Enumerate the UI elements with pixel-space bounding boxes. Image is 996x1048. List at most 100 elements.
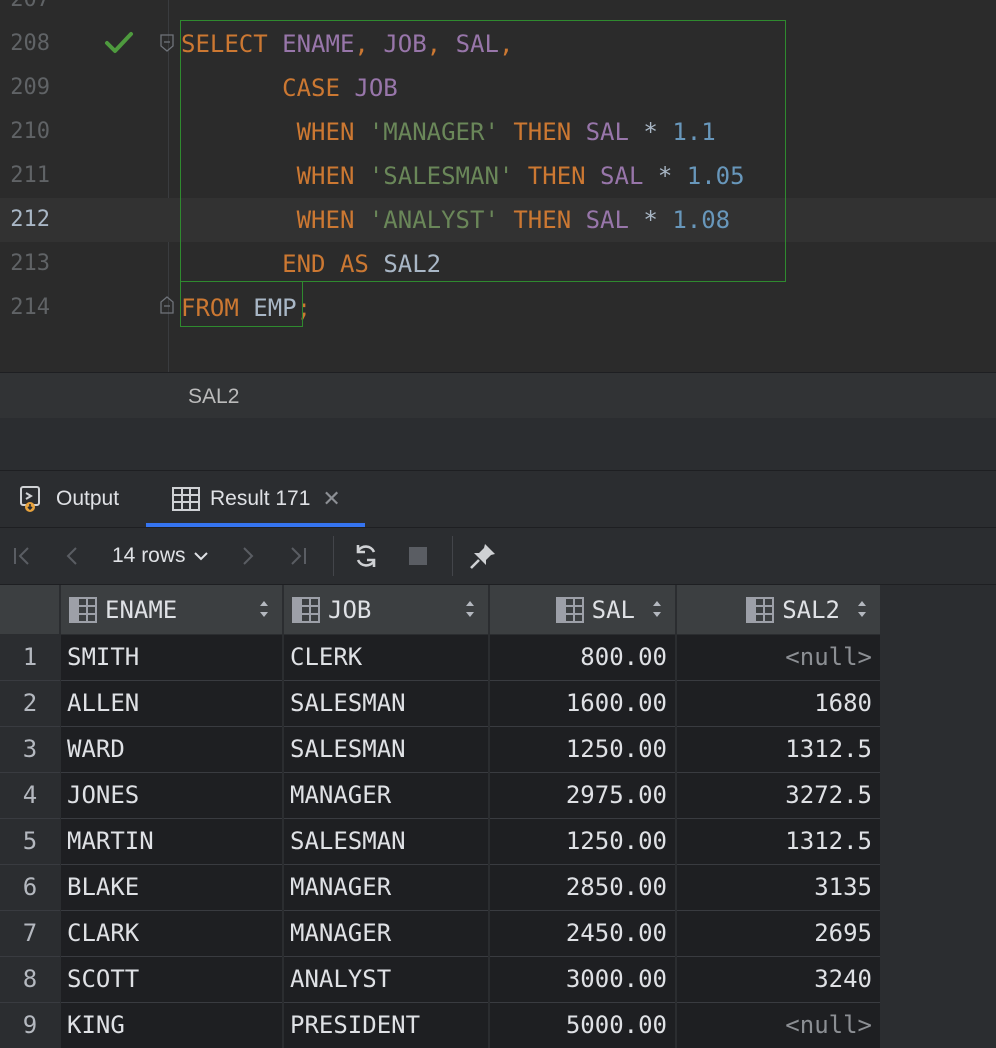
sort-icon[interactable] [651, 598, 663, 620]
cell-job[interactable]: SALESMAN [284, 727, 488, 773]
cell-ename[interactable]: KING [61, 1003, 282, 1048]
sort-icon[interactable] [856, 598, 868, 620]
cell-job[interactable]: MANAGER [284, 911, 488, 957]
statement-highlight [180, 20, 786, 282]
cell-ename[interactable]: MARTIN [61, 819, 282, 865]
table-row[interactable]: 8 SCOTT ANALYST 3000.00 3240 [0, 957, 880, 1003]
sort-icon[interactable] [258, 598, 270, 620]
code-line[interactable]: 214 FROM EMP; [0, 286, 996, 330]
cell-sal2[interactable]: 1312.5 [677, 819, 880, 865]
line-number: 212 [10, 207, 50, 232]
line-number: 208 [10, 31, 50, 56]
stop-button[interactable] [400, 528, 436, 584]
refresh-icon [356, 545, 376, 567]
toolbar-separator [333, 536, 334, 576]
cell-ename[interactable]: BLAKE [61, 865, 282, 911]
first-page-icon [14, 547, 29, 565]
last-page-button[interactable] [282, 528, 314, 584]
cell-sal[interactable]: 800.00 [490, 635, 675, 681]
cell-job[interactable]: SALESMAN [284, 819, 488, 865]
table-row[interactable]: 5 MARTIN SALESMAN 1250.00 1312.5 [0, 819, 880, 865]
cell-job[interactable]: PRESIDENT [284, 1003, 488, 1048]
line-number: 207 [0, 0, 50, 22]
cell-sal[interactable]: 3000.00 [490, 957, 675, 1003]
cell-ename[interactable]: SMITH [61, 635, 282, 681]
row-number-cell: 8 [0, 957, 60, 1003]
cell-ename[interactable]: CLARK [61, 911, 282, 957]
cell-sal[interactable]: 2975.00 [490, 773, 675, 819]
cell-sal2[interactable]: 1312.5 [677, 727, 880, 773]
row-number-header [0, 585, 60, 634]
cell-sal2[interactable]: <null> [677, 1003, 880, 1048]
code-line[interactable]: 207 [0, 0, 996, 22]
column-header-ename[interactable]: ENAME [61, 585, 283, 634]
cell-sal2[interactable]: 2695 [677, 911, 880, 957]
row-number-cell: 9 [0, 1003, 60, 1048]
column-header-sal[interactable]: SAL [490, 585, 676, 634]
tab-label: Result 171 [210, 487, 311, 510]
results-grid[interactable]: ENAME JOB SAL SAL2 1 SMITH CLERK 800.00 … [0, 585, 996, 1048]
cell-job[interactable]: CLERK [284, 635, 488, 681]
cell-sal2[interactable]: 3272.5 [677, 773, 880, 819]
line-number: 209 [10, 75, 50, 100]
cell-ename[interactable]: JONES [61, 773, 282, 819]
row-number-cell: 5 [0, 819, 60, 865]
cell-sal2[interactable]: 3240 [677, 957, 880, 1003]
cell-sal2[interactable]: 1680 [677, 681, 880, 727]
cell-sal[interactable]: 5000.00 [490, 1003, 675, 1048]
line-number: 214 [10, 295, 50, 320]
cell-job[interactable]: MANAGER [284, 773, 488, 819]
first-page-button[interactable] [6, 528, 38, 584]
cell-ename[interactable]: WARD [61, 727, 282, 773]
tool-window-tabs: Output Result 171 ✕ [0, 471, 996, 528]
column-header-job[interactable]: JOB [284, 585, 489, 634]
cell-ename[interactable]: SCOTT [61, 957, 282, 1003]
cell-sal[interactable]: 1600.00 [490, 681, 675, 727]
row-count-dropdown[interactable]: 14 rows [112, 528, 210, 584]
prev-page-button[interactable] [56, 528, 88, 584]
tab-label: Output [56, 487, 120, 510]
table-row[interactable]: 4 JONES MANAGER 2975.00 3272.5 [0, 773, 880, 819]
row-number-cell: 7 [0, 911, 60, 957]
close-icon[interactable]: ✕ [322, 486, 340, 512]
cell-sal2[interactable]: 3135 [677, 865, 880, 911]
sql-editor[interactable]: 207 208 SELECT ENAME, JOB, SAL, 209 CASE… [0, 0, 996, 372]
cell-sal[interactable]: 2450.00 [490, 911, 675, 957]
chevron-down-icon [193, 552, 208, 561]
sort-icon[interactable] [464, 598, 476, 620]
next-page-button[interactable] [232, 528, 264, 584]
refresh-button[interactable] [348, 528, 384, 584]
column-header-label: SAL [591, 595, 635, 624]
table-row[interactable]: 2 ALLEN SALESMAN 1600.00 1680 [0, 681, 880, 727]
pin-icon [470, 544, 495, 569]
row-number-cell: 1 [0, 635, 60, 681]
pin-button[interactable] [464, 528, 502, 584]
column-header-sal2[interactable]: SAL2 [677, 585, 881, 634]
cell-job[interactable]: ANALYST [284, 957, 488, 1003]
table-row[interactable]: 7 CLARK MANAGER 2450.00 2695 [0, 911, 880, 957]
cell-ename[interactable]: ALLEN [61, 681, 282, 727]
column-header-label: ENAME [105, 595, 178, 624]
table-row[interactable]: 6 BLAKE MANAGER 2850.00 3135 [0, 865, 880, 911]
cell-sal[interactable]: 1250.00 [490, 819, 675, 865]
tab-result[interactable]: Result 171 ✕ [146, 471, 365, 527]
row-count-label: 14 rows [112, 544, 186, 567]
column-icon [746, 596, 775, 623]
table-row[interactable]: 9 KING PRESIDENT 5000.00 <null> [0, 1003, 880, 1048]
fold-start-icon[interactable] [160, 34, 174, 52]
cell-sal2[interactable]: <null> [677, 635, 880, 681]
table-row[interactable]: 3 WARD SALESMAN 1250.00 1312.5 [0, 727, 880, 773]
panel-splitter[interactable] [0, 418, 996, 471]
line-number: 210 [10, 119, 50, 144]
cell-job[interactable]: MANAGER [284, 865, 488, 911]
last-page-icon [291, 547, 306, 565]
table-row[interactable]: 1 SMITH CLERK 800.00 <null> [0, 635, 880, 681]
row-number-cell: 3 [0, 727, 60, 773]
breadcrumb-item[interactable]: SAL2 [188, 385, 239, 409]
cell-job[interactable]: SALESMAN [284, 681, 488, 727]
toolbar-separator [452, 536, 453, 576]
cell-sal[interactable]: 2850.00 [490, 865, 675, 911]
tab-output[interactable]: Output [18, 471, 119, 527]
cell-sal[interactable]: 1250.00 [490, 727, 675, 773]
fold-end-icon[interactable] [160, 296, 174, 314]
